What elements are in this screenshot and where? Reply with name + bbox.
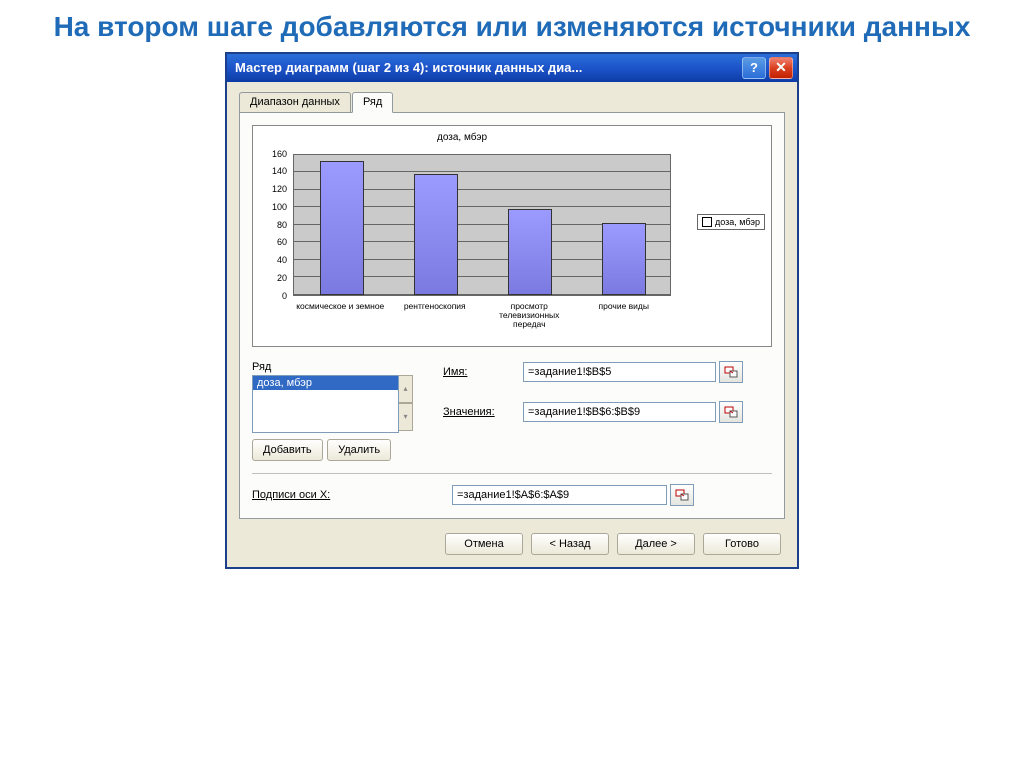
bar (320, 161, 363, 294)
finish-button[interactable]: Готово (703, 533, 781, 555)
bar (414, 174, 457, 294)
tab-panel-series: доза, мбэр 020406080100120140160 доза, м… (239, 112, 785, 519)
x-tick-label: просмотр телевизионных передач (482, 300, 577, 342)
dialog-body: Диапазон данных Ряд доза, мбэр 020406080… (227, 82, 797, 567)
values-field-label: Значения: (443, 406, 523, 418)
chevron-up-icon: ▴ (403, 385, 407, 393)
range-selector-xaxis[interactable] (670, 484, 694, 506)
help-button[interactable]: ? (742, 57, 766, 79)
titlebar: Мастер диаграмм (шаг 2 из 4): источник д… (227, 54, 797, 82)
chart-preview: доза, мбэр 020406080100120140160 доза, м… (252, 125, 772, 347)
x-tick-label: рентгеноскопия (388, 300, 483, 342)
series-listbox[interactable]: доза, мбэр (252, 375, 399, 433)
next-button[interactable]: Далее > (617, 533, 695, 555)
legend-label: доза, мбэр (715, 217, 760, 227)
close-icon: ✕ (775, 59, 787, 76)
bar (602, 223, 645, 295)
tab-data-range[interactable]: Диапазон данных (239, 92, 351, 112)
cancel-button[interactable]: Отмена (445, 533, 523, 555)
dialog-window: Мастер диаграмм (шаг 2 из 4): источник д… (225, 52, 799, 569)
series-listbox-item[interactable]: доза, мбэр (253, 376, 398, 390)
close-button[interactable]: ✕ (769, 57, 793, 79)
name-input[interactable] (523, 362, 716, 382)
add-series-button[interactable]: Добавить (252, 439, 323, 461)
range-icon (675, 489, 689, 501)
legend: доза, мбэр (697, 214, 765, 230)
name-field-label: Имя: (443, 366, 523, 378)
listbox-scroll: ▴ ▾ (398, 375, 413, 431)
range-selector-values[interactable] (719, 401, 743, 423)
series-group: Ряд доза, мбэр ▴ ▾ Добавить (252, 361, 772, 474)
remove-series-button[interactable]: Удалить (327, 439, 391, 461)
titlebar-text: Мастер диаграмм (шаг 2 из 4): источник д… (235, 60, 739, 75)
range-selector-name[interactable] (719, 361, 743, 383)
series-listbox-label: Ряд (252, 361, 413, 373)
plot-area (293, 154, 671, 296)
chevron-down-icon: ▾ (403, 413, 407, 421)
x-axis-row: Подписи оси X: (252, 484, 772, 506)
back-button[interactable]: < Назад (531, 533, 609, 555)
legend-swatch (702, 217, 712, 227)
tab-bar: Диапазон данных Ряд (239, 92, 785, 112)
footer-buttons: Отмена < Назад Далее > Готово (239, 533, 785, 555)
y-axis: 020406080100120140160 (253, 154, 291, 296)
x-axis-field-label: Подписи оси X: (252, 489, 452, 501)
tab-series[interactable]: Ряд (352, 92, 393, 113)
chart-title: доза, мбэр (253, 132, 671, 143)
range-icon (724, 366, 738, 378)
x-tick-label: космическое и земное (293, 300, 388, 342)
range-icon (724, 406, 738, 418)
help-icon: ? (750, 60, 758, 75)
values-input[interactable] (523, 402, 716, 422)
x-tick-label: прочие виды (577, 300, 672, 342)
x-axis-labels: космическое и земноерентгеноскопияпросмо… (293, 300, 671, 342)
scroll-down-button[interactable]: ▾ (398, 403, 413, 431)
page-heading: На втором шаге добавляются или изменяютс… (0, 0, 1024, 52)
scroll-up-button[interactable]: ▴ (398, 375, 413, 403)
x-axis-input[interactable] (452, 485, 667, 505)
bar (508, 209, 551, 294)
